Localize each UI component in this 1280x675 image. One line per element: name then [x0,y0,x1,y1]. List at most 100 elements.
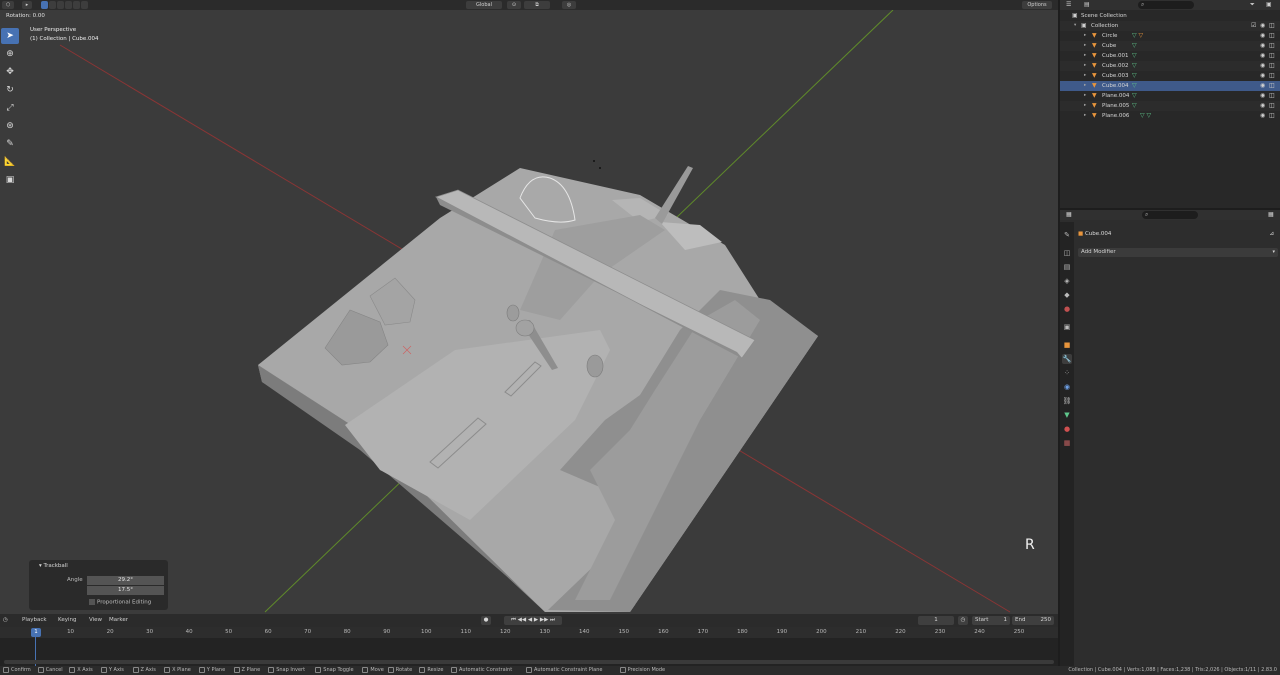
frame-cursor[interactable]: 1 [31,628,41,637]
render-tab-icon[interactable]: ◫ [1062,248,1072,258]
collection-tab-icon[interactable]: ▣ [1062,322,1072,332]
playback-controls[interactable]: ⏮ ◀◀ ◀ ▶ ▶▶ ⏭ [504,616,562,625]
particles-tab-icon[interactable]: ⁘ [1062,368,1072,378]
visibility-icon[interactable]: ◉ [1260,21,1265,31]
end-frame-field[interactable]: End 250 [1012,616,1054,625]
proportional-icon[interactable]: ◎ [562,1,576,9]
visibility-icon[interactable]: ◉ [1260,91,1265,101]
outliner-scene-collection[interactable]: ▣ Scene Collection [1060,11,1280,21]
expand-arrow-icon[interactable]: ▸ [1084,31,1086,41]
visibility-icon[interactable]: ◉ [1260,111,1265,121]
menu-marker[interactable]: Marker [109,617,128,623]
expand-arrow-icon[interactable]: ▸ [1084,71,1086,81]
visibility-icon[interactable]: ◉ [1260,71,1265,81]
texture-tab-icon[interactable]: ▦ [1062,438,1072,448]
physics-tab-icon[interactable]: ◉ [1062,382,1072,392]
add-modifier-button[interactable]: Add Modifier ▾ [1078,248,1278,257]
outliner-item[interactable]: ▸ ▼ Plane.006 ▽ ▽ ◉ ◫ [1060,111,1280,121]
proportional-editing-checkbox[interactable]: Proportional Editing [89,599,151,606]
outliner-item[interactable]: ▸ ▼ Circle ▽ ▽ ◉ ◫ [1060,31,1280,41]
expand-arrow-icon[interactable]: ▸ [1084,111,1086,121]
render-icon[interactable]: ◫ [1269,41,1275,51]
expand-arrow-icon[interactable]: ▸ [1084,61,1086,71]
timeline-ruler[interactable]: 10 20 30 40 50 60 70 80 90 100 110 120 130 140 150 160 1… [0,627,1058,638]
render-icon[interactable]: ◫ [1269,61,1275,71]
measure-tool-icon[interactable]: 📐 [1,154,19,170]
expand-arrow-icon[interactable]: ▸ [1084,91,1086,101]
expand-arrow-icon[interactable]: ▾ [1074,21,1076,31]
rotate-tool-icon[interactable]: ↻ [1,82,19,98]
clock-icon[interactable]: ◷ [3,617,8,623]
visibility-icon[interactable]: ◉ [1260,41,1265,51]
outliner-item[interactable]: ▸ ▼ Cube.002 ▽ ◉ ◫ [1060,61,1280,71]
visibility-icon[interactable]: ◉ [1260,51,1265,61]
menu-playback[interactable]: Playback [22,617,47,623]
select-invert-icon[interactable] [65,1,72,9]
pin-object-icon[interactable]: ⊿ [1269,229,1274,239]
scene-tab-icon[interactable]: ◆ [1062,290,1072,300]
record-icon[interactable]: ● [481,616,491,625]
render-icon[interactable]: ◫ [1269,51,1275,61]
outliner-item[interactable]: ▸ ▼ Plane.005 ▽ ◉ ◫ [1060,101,1280,111]
filter-icon[interactable]: ⏷ [1250,1,1255,9]
select-more-icon[interactable] [81,1,88,9]
pivot-point-icon[interactable]: ⊙ [507,1,521,9]
editor-type-icon[interactable]: ⬡ [2,1,14,9]
select-tool-icon[interactable]: ➤ [1,28,19,44]
render-icon[interactable]: ◫ [1269,111,1275,121]
outliner-item[interactable]: ▸ ▼ Cube.001 ▽ ◉ ◫ [1060,51,1280,61]
outliner-collection[interactable]: ▾ ▣ Collection ☑ ◉ ◫ [1060,21,1280,31]
outliner-editor-icon[interactable]: ☰ [1066,1,1071,8]
visibility-icon[interactable]: ◉ [1260,61,1265,71]
move-tool-icon[interactable]: ✥ [1,64,19,80]
operator-panel-title[interactable]: ▾ Trackball [39,563,68,569]
select-intersect-icon[interactable] [73,1,80,9]
properties-editor-icon[interactable]: ▦ [1066,211,1072,218]
transform-tool-icon[interactable]: ⊛ [1,118,19,134]
preview-range-icon[interactable]: ◷ [958,616,968,625]
snap-icon[interactable]: ⧉ [524,1,550,9]
scale-tool-icon[interactable]: ⤢ [1,100,19,116]
render-icon[interactable]: ◫ [1269,71,1275,81]
3d-viewport[interactable]: ⬡ ▸ Global ⊙ ⧉ ◎ Options Rotation: 0.00 … [0,0,1058,614]
render-icon[interactable]: ◫ [1269,31,1275,41]
operator-panel[interactable]: ▾ Trackball Angle 29.2° 17.5° Proportion… [29,560,168,610]
select-mode-icon[interactable]: ▸ [22,1,32,9]
tool-tab-icon[interactable]: ✎ [1062,230,1072,240]
transform-orientation-dropdown[interactable]: Global [466,1,502,9]
add-cube-tool-icon[interactable]: ▣ [1,172,19,188]
material-tab-icon[interactable]: ● [1062,424,1072,434]
current-frame-field[interactable]: 1 [918,616,954,625]
menu-keying[interactable]: Keying [58,617,76,623]
modifier-tab-icon[interactable]: 🔧 [1062,354,1072,364]
data-tab-icon[interactable]: ▼ [1062,410,1072,420]
expand-arrow-icon[interactable]: ▸ [1084,81,1086,91]
object-tab-icon[interactable]: ■ [1062,340,1072,350]
angle-field-2[interactable]: 17.5° [87,586,164,595]
display-mode-icon[interactable]: ▤ [1084,1,1090,8]
annotate-tool-icon[interactable]: ✎ [1,136,19,152]
render-icon[interactable]: ◫ [1269,101,1275,111]
render-icon[interactable]: ◫ [1269,21,1275,31]
view-layer-tab-icon[interactable]: ◈ [1062,276,1072,286]
outliner-item[interactable]: ▸ ▼ Cube.003 ▽ ◉ ◫ [1060,71,1280,81]
visibility-icon[interactable]: ◉ [1260,81,1265,91]
start-frame-field[interactable]: Start 1 [972,616,1010,625]
angle-field-1[interactable]: 29.2° [87,576,164,585]
timeline-track-area[interactable] [0,638,1058,660]
timeline-scrollbar[interactable] [4,660,1054,664]
expand-arrow-icon[interactable]: ▸ [1084,41,1086,51]
render-icon[interactable]: ◫ [1269,91,1275,101]
options-dropdown[interactable]: Options [1022,1,1052,9]
outliner-search-input[interactable]: ⌕ [1138,1,1194,9]
outliner-item[interactable]: ▸ ▼ Cube ▽ ◉ ◫ [1060,41,1280,51]
outliner-item[interactable]: ▸ ▼ Plane.004 ▽ ◉ ◫ [1060,91,1280,101]
world-tab-icon[interactable]: ● [1062,304,1072,314]
select-subtract-icon[interactable] [57,1,64,9]
render-icon[interactable]: ◫ [1269,81,1275,91]
expand-arrow-icon[interactable]: ▸ [1084,101,1086,111]
pin-icon[interactable]: ▦ [1268,211,1274,218]
constraints-tab-icon[interactable]: ⛓ [1062,396,1072,406]
cursor-tool-icon[interactable]: ⊕ [1,46,19,62]
visibility-icon[interactable]: ◉ [1260,31,1265,41]
